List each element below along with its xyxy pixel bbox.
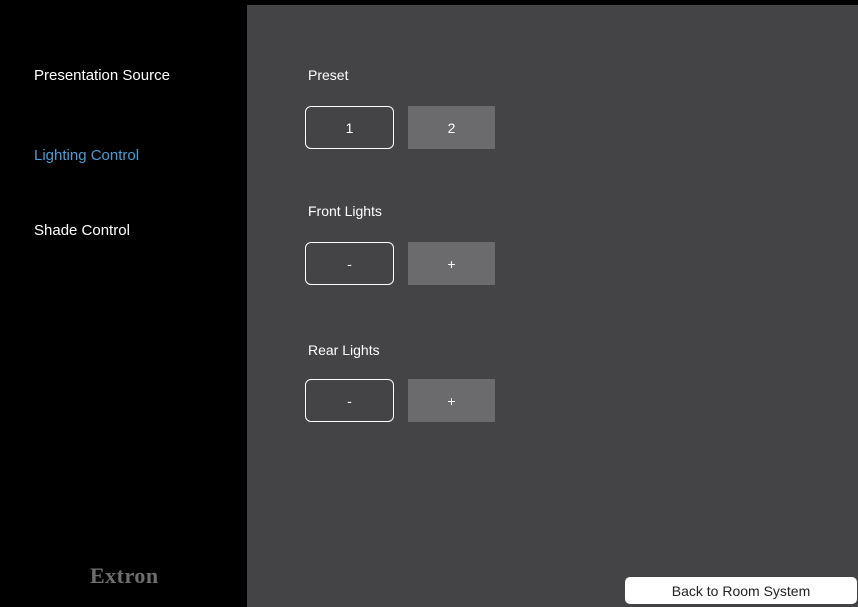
rear-lights-label: Rear Lights	[308, 342, 380, 358]
rear-lights-decrease-button[interactable]: -	[305, 379, 394, 422]
touch-panel: Presentation Source Lighting Control Sha…	[0, 0, 858, 607]
front-lights-label: Front Lights	[308, 203, 382, 219]
front-lights-increase-button[interactable]: +	[408, 242, 495, 285]
preset-2-button[interactable]: 2	[408, 106, 495, 149]
sidebar-item-presentation-source[interactable]: Presentation Source	[34, 67, 170, 84]
extron-logo: Extron	[90, 563, 159, 588]
back-to-room-system-button[interactable]: Back to Room System	[625, 577, 857, 604]
front-lights-decrease-button[interactable]: -	[305, 242, 394, 285]
rear-lights-increase-button[interactable]: +	[408, 379, 495, 422]
preset-1-button[interactable]: 1	[305, 106, 394, 149]
preset-label: Preset	[308, 67, 349, 83]
lighting-control-panel: Preset 1 2 Front Lights - + Rear Lights …	[247, 5, 858, 607]
sidebar-item-lighting-control[interactable]: Lighting Control	[34, 147, 139, 164]
sidebar-item-shade-control[interactable]: Shade Control	[34, 222, 130, 239]
sidebar: Presentation Source Lighting Control Sha…	[0, 0, 247, 607]
